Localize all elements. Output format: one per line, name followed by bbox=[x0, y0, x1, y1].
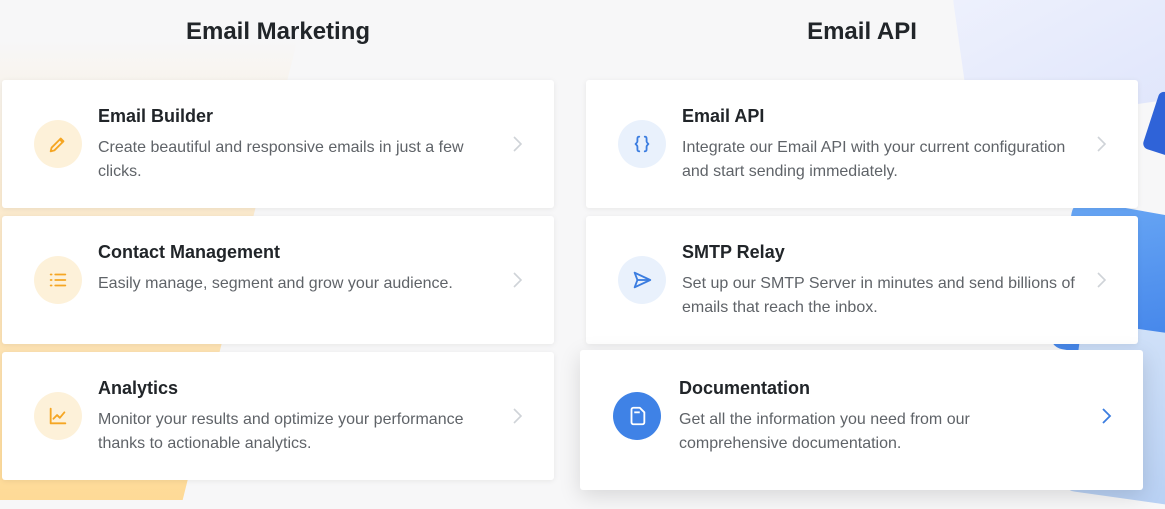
contact-management-card[interactable]: Contact Management Easily manage, segmen… bbox=[2, 216, 554, 344]
card-title: Analytics bbox=[98, 378, 179, 398]
card-description: Easily manage, segment and grow your aud… bbox=[98, 275, 453, 292]
braces-icon bbox=[618, 120, 666, 168]
card-description: Set up our SMTP Server in minutes and se… bbox=[682, 275, 1075, 316]
pencil-icon bbox=[34, 120, 82, 168]
documentation-card[interactable]: Documentation Get all the information yo… bbox=[580, 350, 1143, 490]
send-icon bbox=[618, 256, 666, 304]
card-description: Monitor your results and optimize your p… bbox=[98, 411, 464, 452]
card-title: Contact Management bbox=[98, 242, 281, 262]
chevron-right-icon bbox=[1094, 134, 1108, 154]
email-api-card[interactable]: Email API Integrate our Email API with y… bbox=[586, 80, 1138, 208]
chevron-right-icon bbox=[1094, 270, 1108, 290]
email-api-heading: Email API bbox=[807, 18, 917, 45]
card-description: Integrate our Email API with your curren… bbox=[682, 139, 1066, 180]
chevron-right-icon bbox=[510, 270, 524, 290]
chevron-right-icon bbox=[1099, 406, 1113, 426]
chevron-right-icon bbox=[510, 406, 524, 426]
smtp-relay-card[interactable]: SMTP Relay Set up our SMTP Server in min… bbox=[586, 216, 1138, 344]
email-marketing-heading: Email Marketing bbox=[185, 18, 371, 45]
card-title: Documentation bbox=[679, 378, 811, 398]
list-icon bbox=[34, 256, 82, 304]
email-builder-card[interactable]: Email Builder Create beautiful and respo… bbox=[2, 80, 554, 208]
card-title: Email Builder bbox=[98, 106, 214, 126]
background-blue-accent bbox=[1141, 90, 1165, 160]
document-icon bbox=[613, 392, 661, 440]
card-description: Create beautiful and responsive emails i… bbox=[98, 139, 464, 180]
chart-icon bbox=[34, 392, 82, 440]
card-title: SMTP Relay bbox=[682, 242, 785, 262]
card-description: Get all the information you need from ou… bbox=[679, 411, 970, 452]
chevron-right-icon bbox=[510, 134, 524, 154]
analytics-card[interactable]: Analytics Monitor your results and optim… bbox=[2, 352, 554, 480]
card-title: Email API bbox=[682, 106, 765, 126]
